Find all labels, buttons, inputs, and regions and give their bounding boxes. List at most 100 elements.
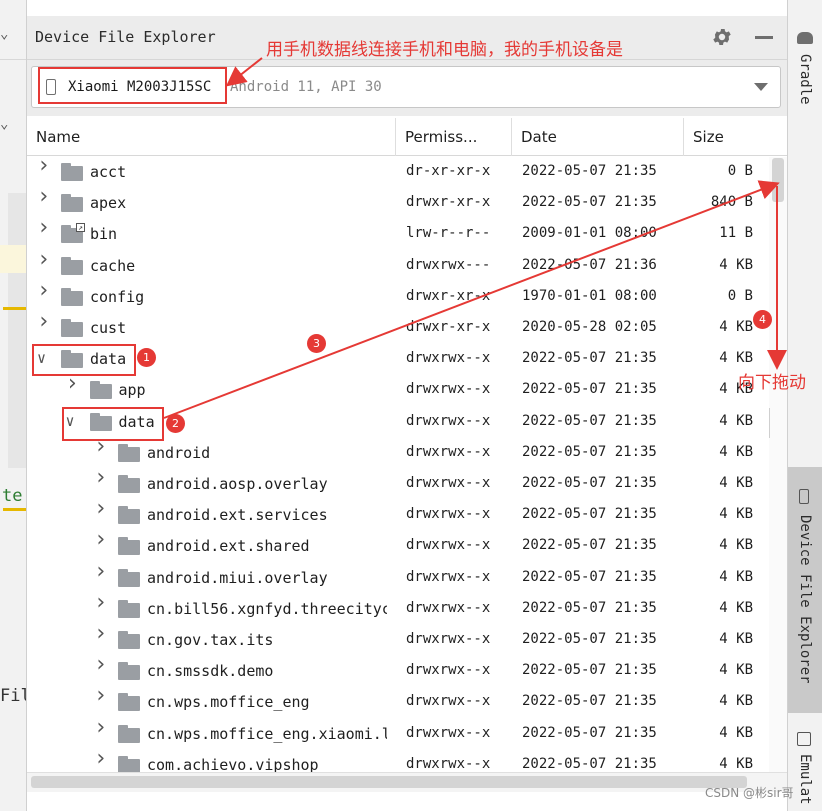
chevron-right-icon[interactable]: ›: [94, 560, 110, 582]
folder-icon: [61, 163, 83, 181]
tree-row[interactable]: › android.ext.services drwxrwx--x 2022-05-0…: [27, 498, 769, 531]
file-size: 840 B: [710, 194, 753, 211]
file-permissions: drwxrwx--x: [406, 631, 491, 647]
chevron-right-icon[interactable]: ›: [94, 747, 110, 769]
minimize-icon[interactable]: [755, 36, 773, 39]
file-permissions: lrw-r--r--: [406, 225, 491, 242]
column-name-header[interactable]: Name: [36, 128, 80, 146]
tree-row[interactable]: › android.miui.overlay drwxrwx--x 2022-05-0…: [27, 560, 769, 594]
tree-row[interactable]: › cust drwxr-xr-x 2020-05-28 02:05 4 KB: [27, 311, 769, 344]
folder-icon: [118, 662, 140, 681]
file-size: 4 KB: [719, 319, 753, 335]
column-permissions-header[interactable]: Permiss...: [405, 128, 477, 146]
symlink-icon: ↗: [76, 223, 85, 233]
folder-icon: [89, 381, 112, 400]
vertical-scrollbar-thumb[interactable]: [772, 158, 784, 202]
file-date: 2022-05-07 21:35: [522, 631, 657, 647]
file-size: 4 KB: [719, 724, 753, 741]
file-date: 2022-05-07 21:35: [522, 163, 657, 179]
folder-icon: [118, 631, 140, 649]
file-name: app: [118, 381, 146, 400]
editor-underline: [3, 508, 26, 511]
chevron-right-icon[interactable]: ›: [66, 373, 82, 395]
device-file-explorer-tab[interactable]: Device File Explorer: [788, 467, 822, 713]
file-date: 2009-01-01 08:00: [522, 225, 657, 242]
folder-icon: [118, 443, 140, 462]
file-permissions: drwxr-xr-x: [406, 194, 491, 211]
tree-row[interactable]: › acct dr-xr-xr-x 2022-05-07 21:35 0 B: [27, 157, 769, 188]
file-name: cn.wps.moffice_eng.xiaomi.l:: [147, 724, 387, 743]
chevron-right-icon[interactable]: ›: [94, 654, 110, 676]
file-name: cust: [90, 319, 127, 337]
tree-row[interactable]: › config drwxr-xr-x 1970-01-01 08:00 0 B: [27, 279, 769, 313]
gradle-tab[interactable]: Gradle: [788, 16, 822, 116]
column-divider[interactable]: [395, 118, 396, 156]
tree-row[interactable]: › cache drwxrwx--- 2022-05-07 21:36 4 KB: [27, 248, 769, 282]
editor-panel: [8, 193, 26, 468]
tree-row[interactable]: › cn.gov.tax.its drwxrwx--x 2022-05-07 21:3…: [27, 623, 769, 656]
tree-row[interactable]: › android.aosp.overlay drwxrwx--x 2022-05-0…: [27, 467, 769, 500]
chevron-down-icon[interactable]: ⌄: [0, 116, 8, 132]
column-date-header[interactable]: Date: [521, 128, 557, 146]
chevron-right-icon[interactable]: ›: [37, 186, 53, 208]
chevron-right-icon[interactable]: ›: [94, 435, 110, 457]
column-divider[interactable]: [511, 118, 512, 156]
file-date: 2022-05-07 21:35: [522, 194, 657, 211]
chevron-right-icon[interactable]: ›: [94, 467, 110, 489]
file-size: 4 KB: [719, 350, 753, 367]
editor-text-fragment: te: [2, 486, 23, 506]
file-name: android: [147, 443, 211, 462]
file-size: 4 KB: [719, 443, 753, 460]
chevron-right-icon[interactable]: ›: [37, 217, 53, 239]
file-permissions: drwxrwx--x: [406, 724, 491, 741]
tree-row[interactable]: › com.achievo.vipshop drwxrwx--x 2022-05-07…: [27, 747, 769, 772]
tree-row[interactable]: › app drwxrwx--x 2022-05-07 21:35 4 KB: [27, 373, 769, 406]
tree-row[interactable]: › ↗ bin lrw-r--r-- 2009-01-01 08:00 11 B: [27, 217, 769, 250]
right-tool-strip: Gradle Device File Explorer Emulat: [787, 0, 822, 811]
chevron-right-icon[interactable]: ›: [94, 716, 110, 738]
file-name: com.achievo.vipshop: [147, 755, 319, 772]
vertical-scrollbar[interactable]: [769, 157, 787, 772]
emulator-tab-label: Emulat: [797, 754, 813, 805]
chevron-right-icon[interactable]: ›: [37, 279, 53, 301]
horizontal-scrollbar-thumb[interactable]: [31, 776, 747, 788]
tree-row[interactable]: › apex drwxr-xr-x 2022-05-07 21:35 840 B: [27, 186, 769, 219]
chevron-right-icon[interactable]: ›: [94, 529, 110, 551]
tree-row[interactable]: › cn.bill56.xgnfyd.threecitycl drwxrwx--x 2…: [27, 591, 769, 625]
device-highlight-box: [38, 67, 227, 104]
file-date: 2022-05-07 21:35: [522, 693, 657, 710]
tree-row[interactable]: › android.ext.shared drwxrwx--x 2022-05-07 …: [27, 529, 769, 562]
chevron-down-icon[interactable]: [754, 83, 768, 91]
chevron-right-icon[interactable]: ›: [94, 498, 110, 520]
file-name: cn.bill56.xgnfyd.threecitycl: [147, 599, 387, 618]
file-permissions: drwxrwx--x: [406, 475, 491, 491]
file-date: 2022-05-07 21:35: [522, 412, 657, 429]
step-badge-1: 1: [137, 348, 156, 367]
chevron-right-icon[interactable]: ›: [94, 591, 110, 613]
file-name: cache: [90, 256, 136, 275]
file-permissions: drwxr-xr-x: [406, 287, 491, 304]
file-size: 4 KB: [719, 599, 753, 616]
column-size-header[interactable]: Size: [693, 128, 724, 146]
chevron-down-icon[interactable]: ⌄: [0, 26, 8, 42]
scroll-marker: [767, 408, 770, 438]
file-permissions: drwxrwx--x: [406, 412, 491, 429]
file-date: 2022-05-07 21:35: [522, 350, 657, 367]
panel-title: Device File Explorer: [35, 28, 216, 46]
column-divider[interactable]: [683, 118, 684, 156]
file-date: 2022-05-07 21:35: [522, 381, 657, 398]
chevron-right-icon[interactable]: ›: [37, 311, 53, 333]
gear-icon[interactable]: [711, 26, 733, 48]
file-permissions: drwxrwx--x: [406, 350, 491, 367]
chevron-right-icon[interactable]: ›: [94, 623, 110, 645]
tree-row[interactable]: › cn.wps.moffice_eng.xiaomi.l: drwxrwx--x 2…: [27, 716, 769, 750]
chevron-right-icon[interactable]: ›: [94, 685, 110, 707]
folder-icon: [118, 599, 140, 618]
file-date: 2022-05-07 21:35: [522, 724, 657, 741]
tree-row[interactable]: › android drwxrwx--x 2022-05-07 21:35 4 KB: [27, 435, 769, 469]
chevron-right-icon[interactable]: ›: [37, 248, 53, 270]
chevron-right-icon[interactable]: ›: [37, 157, 53, 177]
tree-row[interactable]: › cn.smssdk.demo drwxrwx--x 2022-05-07 21:3…: [27, 654, 769, 687]
tree-row[interactable]: › cn.wps.moffice_eng drwxrwx--x 2022-05-07 …: [27, 685, 769, 718]
file-permissions: drwxr-xr-x: [406, 319, 491, 335]
